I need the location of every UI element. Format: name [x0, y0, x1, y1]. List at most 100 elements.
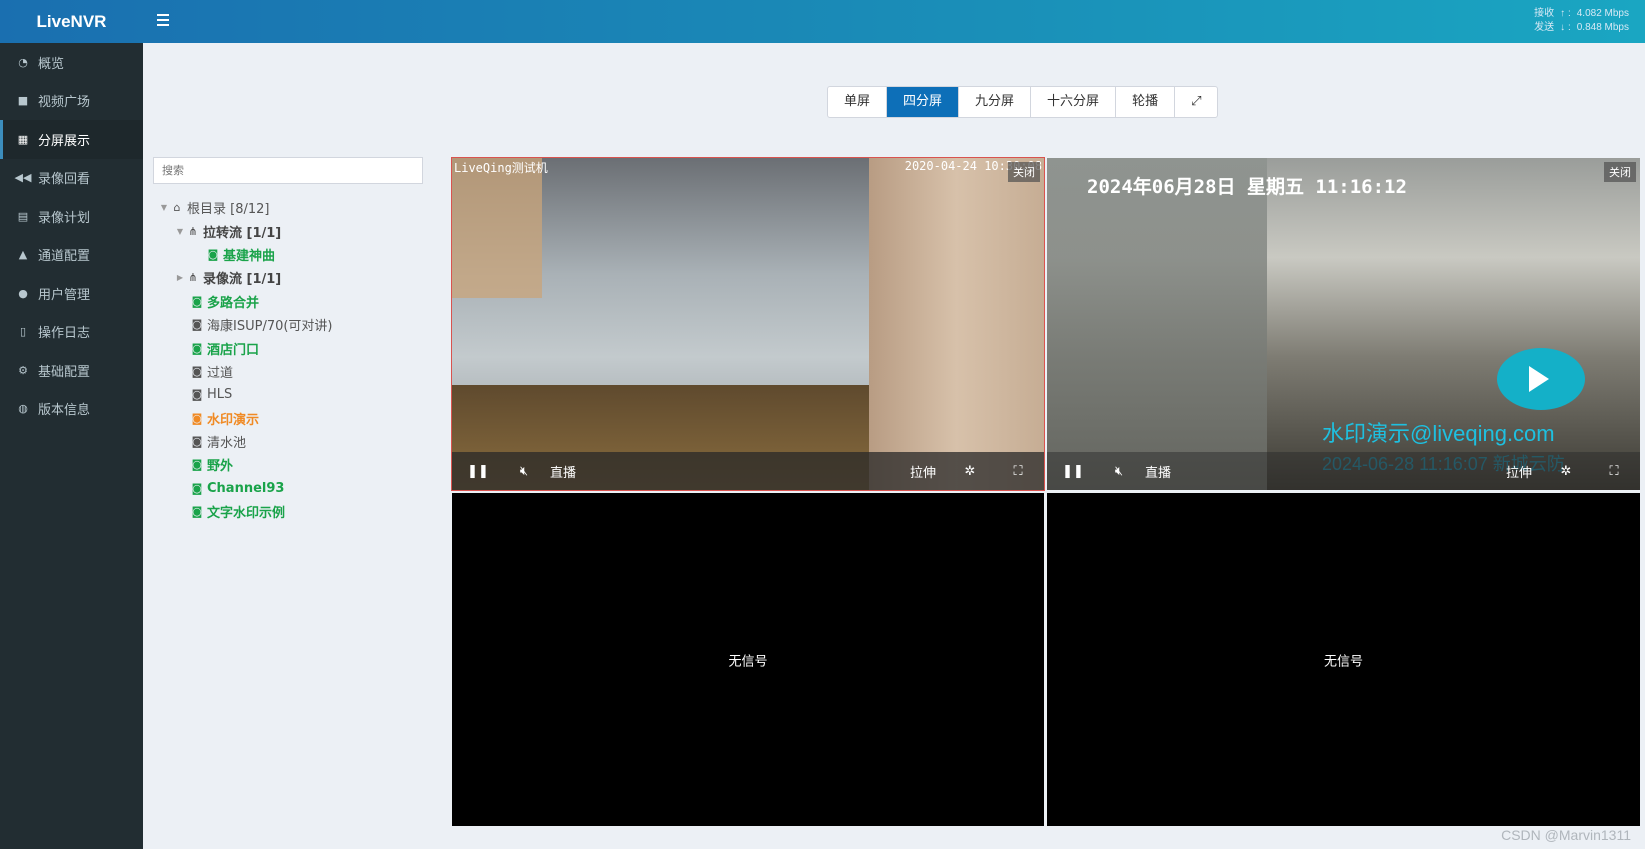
sidebar-item-label: 操作日志: [38, 326, 91, 342]
send-value: 0.848 Mbps: [1576, 22, 1629, 33]
csdn-watermark: CSDN @Marvin1311: [1501, 827, 1631, 843]
caret-down-icon[interactable]: ▼: [174, 227, 186, 236]
mute-icon[interactable]: 🔇︎: [1107, 459, 1131, 483]
sidebar-item-overview[interactable]: ◔ 概览: [0, 43, 143, 82]
sidebar-item-record-plan[interactable]: ▤ 录像计划: [0, 197, 143, 236]
sidebar-item-split-screen[interactable]: ▦ 分屏展示: [0, 120, 143, 159]
tree-channel[interactable]: ◙ HLS: [158, 383, 433, 406]
tree-group-record[interactable]: ▶ ⋔ 录像流 [1/1]: [158, 266, 433, 289]
video-player-2[interactable]: 2024年06月28日 星期五 11:16:12 水印演示@liveqing.c…: [1047, 158, 1640, 490]
tree-channel[interactable]: ◙ 多路合并: [158, 290, 433, 313]
sidebar-item-basic-config[interactable]: ⚙ 基础配置: [0, 351, 143, 390]
tree-root[interactable]: ▼ ⌂ 根目录 [8/12]: [158, 196, 433, 219]
layout-single-button[interactable]: 单屏: [828, 87, 888, 117]
caret-right-icon[interactable]: ▶: [174, 273, 186, 282]
fullscreen-icon[interactable]: ⛶: [1006, 459, 1030, 483]
channel-tree: ▼ ⌂ 根目录 [8/12] ▼ ⋔ 拉转流 [1/1] ◙ 基建神曲 ▶ ⋔ 录像流 [1/…: [158, 196, 433, 523]
no-signal-text: 无信号: [1323, 654, 1363, 669]
close-player-button[interactable]: 关闭: [1604, 162, 1636, 182]
watermark-text: 水印演示@liveqing.com: [1322, 421, 1555, 446]
player-control-bar: ❚❚ 🔇︎ 直播 拉伸 ✲ ⛶: [1047, 452, 1640, 490]
sidebar-item-version-info[interactable]: ◍ 版本信息: [0, 390, 143, 429]
live-label[interactable]: 直播: [550, 462, 576, 481]
channel-search-input[interactable]: [153, 157, 423, 184]
arrow-down-icon: ↓ :: [1560, 22, 1571, 33]
grid-icon: ▦: [17, 132, 29, 146]
tree-channel-label: Channel93: [207, 480, 285, 496]
sidebar-item-channel-config[interactable]: ▲ 通道配置: [0, 236, 143, 275]
caret-down-icon[interactable]: ▼: [158, 203, 170, 212]
sidebar-item-video-square[interactable]: ■ 视频广场: [0, 82, 143, 121]
dashboard-icon: ◔: [18, 55, 28, 69]
sidebar-item-label: 概览: [38, 56, 65, 72]
camera-icon: ◙: [191, 364, 203, 378]
sitemap-icon: ⋔: [188, 224, 198, 238]
pause-icon[interactable]: ❚❚: [466, 459, 490, 483]
video-player-4[interactable]: 无信号: [1047, 493, 1640, 826]
tree-channel[interactable]: ◙ Channel93: [158, 477, 433, 500]
sidebar-item-label: 录像计划: [38, 210, 91, 226]
scene-door: [869, 158, 1044, 490]
sidebar-toggle-icon[interactable]: [152, 11, 174, 31]
video-frame: [452, 158, 1044, 490]
users-icon: ●: [18, 286, 28, 300]
sidebar-item-label: 分屏展示: [38, 133, 91, 149]
road-icon: ▲: [18, 248, 28, 262]
camera-icon: ◙: [191, 411, 203, 425]
tree-channel[interactable]: ◙ 基建神曲: [158, 243, 433, 266]
close-player-button[interactable]: 关闭: [1008, 162, 1040, 182]
recv-label: 接收: [1534, 8, 1555, 19]
snapshot-icon[interactable]: ✲: [1554, 459, 1578, 483]
fullscreen-expand-icon[interactable]: ⤢: [1175, 87, 1217, 117]
tree-root-label: 根目录 [8/12]: [187, 202, 270, 218]
network-stats: 接收 ↑ : 4.082 Mbps 发送 ↓ : 0.848 Mbps: [1534, 7, 1629, 35]
file-icon: ▯: [19, 325, 27, 339]
tree-channel-label: 基建神曲: [223, 248, 276, 264]
sidebar: ◔ 概览 ■ 视频广场 ▦ 分屏展示 ◀◀ 录像回看 ▤ 录像计划 ▲ 通道配置 ● 用户管理…: [0, 43, 143, 849]
recv-value: 4.082 Mbps: [1576, 8, 1629, 19]
tree-channel[interactable]: ◙ 文字水印示例: [158, 500, 433, 523]
camera-icon: ◙: [191, 294, 203, 308]
fullscreen-icon[interactable]: ⛶: [1602, 459, 1626, 483]
sidebar-item-label: 用户管理: [38, 287, 91, 303]
tree-channel[interactable]: ◙ 酒店门口: [158, 336, 433, 359]
send-label: 发送: [1534, 22, 1555, 33]
osd-datetime: 2024年06月28日 星期五 11:16:12: [1087, 176, 1407, 198]
camera-icon: ◙: [191, 505, 203, 519]
layout-quad-button[interactable]: 四分屏: [887, 87, 960, 117]
cogs-icon: ⚙: [18, 363, 28, 377]
sidebar-item-label: 录像回看: [38, 172, 91, 188]
tree-channel-label: 清水池: [207, 436, 247, 452]
sidebar-item-label: 视频广场: [38, 95, 91, 111]
scene-wall: [1047, 158, 1267, 490]
app-logo[interactable]: LiveNVR: [0, 0, 143, 43]
tree-channel-label: 多路合并: [207, 295, 260, 311]
snapshot-icon[interactable]: ✲: [958, 459, 982, 483]
liveqing-logo-icon: [1497, 348, 1585, 410]
sidebar-item-playback[interactable]: ◀◀ 录像回看: [0, 159, 143, 198]
video-player-1[interactable]: LiveQing测试机 2020-04-24 10:30:08 关闭 ❚❚ 🔇︎…: [451, 157, 1045, 491]
tree-channel[interactable]: ◙ 海康ISUP/70(可对讲): [158, 313, 433, 336]
tree-channel[interactable]: ◙ 水印演示: [158, 407, 433, 430]
no-signal-text: 无信号: [728, 654, 768, 669]
tree-channel-label: 酒店门口: [207, 342, 260, 358]
camera-icon: ◙: [191, 341, 203, 355]
layout-carousel-button[interactable]: 轮播: [1116, 87, 1176, 117]
layout-sixteen-button[interactable]: 十六分屏: [1031, 87, 1117, 117]
tree-channel[interactable]: ◙ 过道: [158, 360, 433, 383]
sidebar-item-user-management[interactable]: ● 用户管理: [0, 274, 143, 313]
calendar-icon: ▤: [17, 209, 29, 223]
stretch-button[interactable]: 拉伸: [910, 462, 936, 481]
tree-channel-label: 海康ISUP/70(可对讲): [207, 319, 333, 335]
tree-channel[interactable]: ◙ 野外: [158, 453, 433, 476]
pause-icon[interactable]: ❚❚: [1061, 459, 1085, 483]
stretch-button[interactable]: 拉伸: [1506, 462, 1532, 481]
mute-icon[interactable]: 🔇︎: [512, 459, 536, 483]
live-label[interactable]: 直播: [1145, 462, 1171, 481]
layout-nine-button[interactable]: 九分屏: [959, 87, 1032, 117]
tree-group-pull[interactable]: ▼ ⋔ 拉转流 [1/1]: [158, 219, 433, 242]
video-player-3[interactable]: 无信号: [452, 493, 1044, 826]
video-camera-icon: ■: [17, 94, 29, 108]
tree-channel[interactable]: ◙ 清水池: [158, 430, 433, 453]
sidebar-item-operation-log[interactable]: ▯ 操作日志: [0, 313, 143, 352]
